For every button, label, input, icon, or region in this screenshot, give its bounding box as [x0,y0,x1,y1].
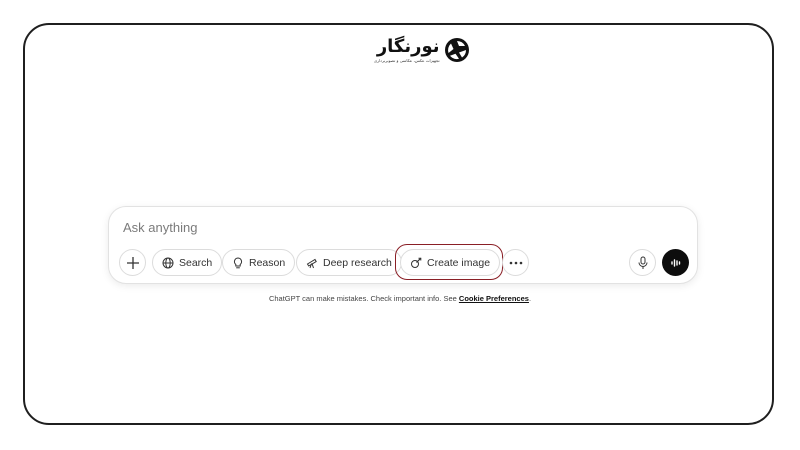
reason-label: Reason [249,256,286,269]
logo-subtitle: تجهیزات عکس، عکاسی و تصویربرداری [374,58,440,63]
microphone-icon [638,256,647,269]
voice-waveform-icon [670,258,680,267]
ellipsis-icon [509,261,522,264]
lightbulb-icon [233,256,243,268]
plus-icon [126,256,139,269]
search-label: Search [179,256,213,269]
logo-wordmark: نورنگار تجهیزات عکس، عکاسی و تصویربرداری [374,36,440,64]
disclaimer-text: ChatGPT can make mistakes. Check importa… [268,294,457,303]
aperture-logo-icon [444,38,469,62]
prompt-composer[interactable]: Ask anything Search Reason Deep research [108,206,698,284]
logo-text: نورنگار [376,36,440,57]
highlight-outline [395,244,503,280]
more-options-button[interactable] [502,249,529,276]
attach-button[interactable] [119,249,146,276]
reason-button[interactable]: Reason [222,249,296,276]
voice-mode-button[interactable] [662,249,689,276]
dictate-button[interactable] [629,249,656,276]
search-button[interactable]: Search [152,249,223,276]
prompt-input[interactable]: Ask anything [123,220,197,235]
deep-research-label: Deep research [323,256,392,269]
deep-research-button[interactable]: Deep research [296,249,402,276]
disclaimer-period: . [528,294,532,303]
telescope-icon [306,258,317,268]
disclaimer: ChatGPT can make mistakes. Check importa… [0,294,800,303]
globe-icon [162,257,174,268]
logo: نورنگار تجهیزات عکس، عکاسی و تصویربرداری [374,37,470,63]
cookie-preferences-link[interactable]: Cookie Preferences [459,294,529,303]
